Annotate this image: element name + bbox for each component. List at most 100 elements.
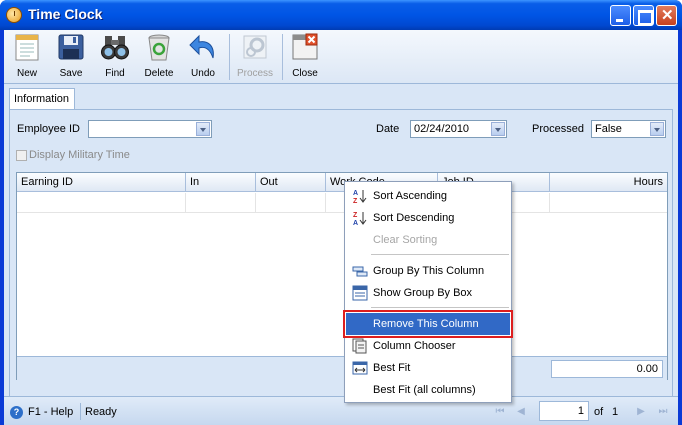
- chevron-down-icon[interactable]: [491, 122, 505, 136]
- menu-item-label: Best Fit: [373, 362, 411, 374]
- svg-text:Z: Z: [353, 212, 358, 219]
- total-hours: 0.00: [551, 360, 663, 378]
- find-label: Find: [105, 68, 125, 79]
- grid-footer: 0.00: [17, 356, 667, 380]
- new-document-icon: [15, 34, 39, 61]
- menu-item-label: Remove This Column: [373, 318, 479, 330]
- save-label: Save: [59, 68, 83, 79]
- delete-label: Delete: [144, 68, 174, 79]
- employee-id-combo[interactable]: [88, 120, 212, 138]
- process-gear-icon: [243, 35, 267, 59]
- menu-item-label: Best Fit (all columns): [373, 384, 476, 396]
- column-header-out[interactable]: Out: [256, 173, 326, 192]
- window-title: Time Clock: [28, 6, 103, 22]
- date-picker[interactable]: 02/24/2010: [410, 120, 507, 138]
- employee-id-label: Employee ID: [17, 123, 80, 135]
- grid-header: Earning ID In Out Work Code Job ID Hours: [17, 173, 667, 192]
- menu-item-sort-ascending[interactable]: A Z Sort Ascending: [346, 185, 510, 207]
- sort-ascending-icon: A Z: [353, 190, 367, 204]
- menu-separator: [371, 254, 509, 255]
- menu-item-label: Show Group By Box: [373, 287, 473, 299]
- svg-text:Z: Z: [353, 198, 358, 204]
- military-time-checkbox[interactable]: [16, 150, 27, 161]
- date-value: 02/24/2010: [414, 123, 470, 135]
- menu-item-label: Sort Descending: [373, 212, 455, 224]
- group-by-column-icon: [352, 266, 368, 277]
- cell-hours[interactable]: [550, 193, 667, 213]
- undo-label: Undo: [191, 68, 215, 79]
- save-button[interactable]: Save: [49, 32, 93, 82]
- column-chooser-icon: [352, 338, 367, 354]
- menu-item-label: Sort Ascending: [373, 190, 447, 202]
- process-button[interactable]: Process: [233, 32, 277, 82]
- table-row[interactable]: [17, 193, 667, 213]
- group-by-box-icon: [352, 285, 368, 301]
- close-icon: ✕: [661, 7, 674, 24]
- recycle-bin-icon: [148, 34, 170, 61]
- date-label: Date: [376, 123, 400, 135]
- clock-icon: [6, 7, 22, 23]
- next-page-icon[interactable]: ▶: [634, 405, 648, 419]
- column-context-menu: A Z Sort Ascending Z A Sort Descending C…: [343, 181, 513, 403]
- menu-item-remove-this-column[interactable]: Remove This Column: [343, 310, 513, 338]
- menu-item-sort-descending[interactable]: Z A Sort Descending: [346, 207, 510, 229]
- svg-text:A: A: [353, 220, 358, 226]
- toolbar: New Save Find Delete Undo Process Close: [4, 30, 678, 84]
- cell-in[interactable]: [186, 193, 256, 213]
- process-label: Process: [236, 68, 274, 79]
- menu-item-show-group-by-box[interactable]: Show Group By Box: [346, 282, 510, 304]
- toolbar-separator: [229, 34, 230, 80]
- chevron-down-icon[interactable]: [196, 122, 210, 136]
- cell-out[interactable]: [256, 193, 326, 213]
- binoculars-icon: [101, 36, 129, 60]
- page-total: 1: [612, 406, 619, 418]
- previous-page-icon[interactable]: ◀: [514, 405, 528, 419]
- column-header-in[interactable]: In: [186, 173, 256, 192]
- maximize-button[interactable]: [633, 5, 654, 26]
- new-label: New: [16, 68, 37, 79]
- find-button[interactable]: Find: [93, 32, 137, 82]
- minimize-button[interactable]: [610, 5, 631, 26]
- menu-item-column-chooser[interactable]: Column Chooser: [346, 335, 510, 357]
- status-separator: [80, 403, 81, 420]
- processed-combo[interactable]: False: [591, 120, 666, 138]
- menu-item-best-fit[interactable]: Best Fit: [346, 357, 510, 379]
- client-area: New Save Find Delete Undo Process Close …: [4, 30, 678, 425]
- last-page-icon[interactable]: ⏭: [656, 405, 670, 419]
- cell-earning-id[interactable]: [17, 193, 186, 213]
- processed-label: Processed: [532, 123, 584, 135]
- undo-button[interactable]: Undo: [181, 32, 225, 82]
- close-button[interactable]: Close: [283, 32, 327, 82]
- menu-item-clear-sorting[interactable]: Clear Sorting: [346, 229, 510, 251]
- column-header-earning-id[interactable]: Earning ID: [17, 173, 186, 192]
- title-bar[interactable]: Time Clock ✕: [0, 0, 682, 30]
- status-text: Ready: [85, 406, 117, 418]
- delete-button[interactable]: Delete: [137, 32, 181, 82]
- processed-value: False: [595, 123, 622, 135]
- help-icon[interactable]: ?: [10, 406, 23, 419]
- column-header-hours[interactable]: Hours: [550, 173, 667, 192]
- tab-information[interactable]: Information: [9, 88, 75, 110]
- close-window-icon: [292, 33, 318, 60]
- menu-separator: [371, 307, 509, 308]
- first-page-icon[interactable]: ⏮: [493, 405, 507, 419]
- menu-item-group-by-this-column[interactable]: Group By This Column: [346, 260, 510, 282]
- menu-item-best-fit-all-columns[interactable]: Best Fit (all columns): [346, 379, 510, 401]
- best-fit-icon: [352, 361, 368, 375]
- close-window-button[interactable]: ✕: [656, 5, 677, 26]
- military-time-label: Display Military Time: [29, 149, 130, 161]
- svg-text:A: A: [353, 190, 358, 197]
- new-button[interactable]: New: [5, 32, 49, 82]
- menu-item-label: Column Chooser: [373, 340, 456, 352]
- page-of-label: of: [594, 406, 604, 418]
- page-number-input[interactable]: 1: [539, 401, 589, 421]
- status-bar: ? F1 - Help Ready ⏮ ◀ 1 of 1 ▶ ⏭: [4, 396, 678, 425]
- app-window: Time Clock ✕ New Save Find Delete Undo P…: [0, 0, 682, 425]
- menu-item-label: Group By This Column: [373, 265, 485, 277]
- undo-arrow-icon: [189, 34, 214, 59]
- sort-descending-icon: Z A: [353, 212, 367, 226]
- help-label[interactable]: F1 - Help: [28, 406, 73, 418]
- chevron-down-icon[interactable]: [650, 122, 664, 136]
- floppy-disk-icon: [58, 34, 84, 60]
- close-label: Close: [292, 68, 318, 79]
